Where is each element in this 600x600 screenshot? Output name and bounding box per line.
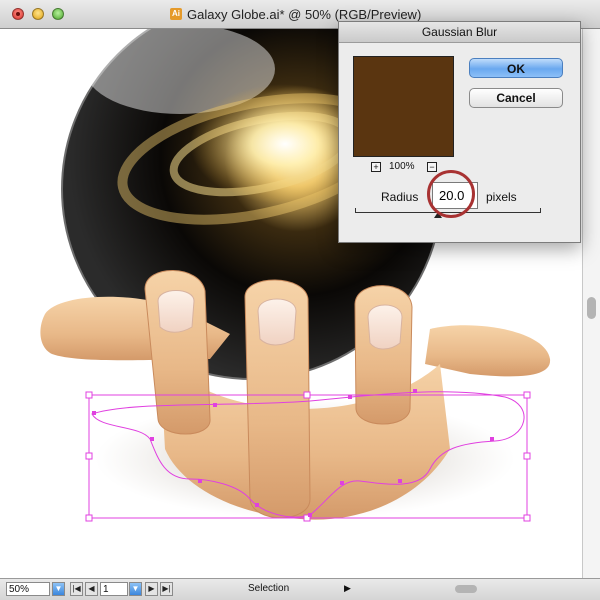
radius-slider-thumb[interactable] — [434, 212, 442, 218]
slider-end-left — [355, 208, 356, 213]
anchor-point[interactable] — [348, 395, 352, 399]
pixels-unit-label: pixels — [486, 190, 517, 204]
radius-slider-track[interactable] — [355, 212, 541, 213]
minimize-window-button[interactable] — [32, 8, 44, 20]
anchor-point[interactable] — [213, 403, 217, 407]
page-number-field[interactable]: 1 — [100, 582, 128, 596]
anchor-point[interactable] — [340, 481, 344, 485]
anchor-point[interactable] — [413, 389, 417, 393]
current-tool-status: Selection — [248, 583, 290, 594]
zoom-window-button[interactable] — [52, 8, 64, 20]
dialog-title: Gaussian Blur — [421, 25, 498, 39]
close-window-button[interactable] — [12, 8, 24, 20]
nail-index — [157, 290, 195, 333]
vertical-scrollbar[interactable] — [582, 29, 600, 578]
handle-top-center[interactable] — [303, 391, 311, 399]
handle-middle-right[interactable] — [523, 452, 531, 460]
anchor-point[interactable] — [308, 513, 312, 517]
nail-ring — [367, 304, 403, 350]
anchor-point[interactable] — [398, 479, 402, 483]
document-title: Ai Galaxy Globe.ai* @ 50% (RGB/Preview) — [170, 6, 421, 22]
illustrator-window: Ai Galaxy Globe.ai* @ 50% (RGB/Preview) — [0, 0, 600, 600]
vertical-scroll-thumb[interactable] — [587, 297, 596, 319]
dialog-titlebar[interactable]: Gaussian Blur — [339, 22, 580, 43]
handle-bottom-right[interactable] — [523, 514, 531, 522]
gaussian-blur-dialog: Gaussian Blur + 100% − OK Cancel Radius … — [338, 21, 581, 243]
preview-zoom-percent: 100% — [389, 161, 415, 172]
slider-end-right — [540, 208, 541, 213]
anchor-point[interactable] — [150, 437, 154, 441]
anchor-point[interactable] — [198, 479, 202, 483]
anchor-point[interactable] — [490, 437, 494, 441]
next-page-icon[interactable]: ▶ — [145, 582, 158, 596]
zoom-dropdown-icon[interactable]: ▼ — [52, 582, 65, 596]
radius-input[interactable] — [432, 182, 478, 209]
cancel-button[interactable]: Cancel — [469, 88, 563, 108]
first-page-icon[interactable]: |◀ — [70, 582, 83, 596]
radius-label: Radius — [381, 190, 419, 204]
document-title-text: Galaxy Globe.ai* @ 50% (RGB/Preview) — [187, 6, 422, 22]
nail-middle — [257, 298, 297, 346]
ok-button[interactable]: OK — [469, 58, 563, 78]
status-menu-arrow-icon[interactable]: ▶ — [344, 583, 351, 594]
handle-middle-left[interactable] — [85, 452, 93, 460]
document-icon: Ai — [170, 8, 182, 20]
hand-pinky — [425, 325, 551, 377]
page-dropdown-icon[interactable]: ▼ — [129, 582, 142, 596]
status-bar: 50% ▼ |◀ ◀ 1 ▼ ▶ ▶| Selection ▶ — [0, 578, 600, 600]
preview-zoom-in-button[interactable]: + — [371, 162, 381, 172]
anchor-point[interactable] — [255, 503, 259, 507]
handle-bottom-left[interactable] — [85, 514, 93, 522]
previous-page-icon[interactable]: ◀ — [85, 582, 98, 596]
zoom-level-field[interactable]: 50% — [6, 582, 50, 596]
blur-preview-swatch[interactable] — [353, 56, 454, 157]
handle-top-right[interactable] — [523, 391, 531, 399]
horizontal-scroll-thumb[interactable] — [455, 585, 477, 593]
handle-top-left[interactable] — [85, 391, 93, 399]
last-page-icon[interactable]: ▶| — [160, 582, 173, 596]
anchor-point[interactable] — [92, 411, 96, 415]
preview-zoom-out-button[interactable]: − — [427, 162, 437, 172]
